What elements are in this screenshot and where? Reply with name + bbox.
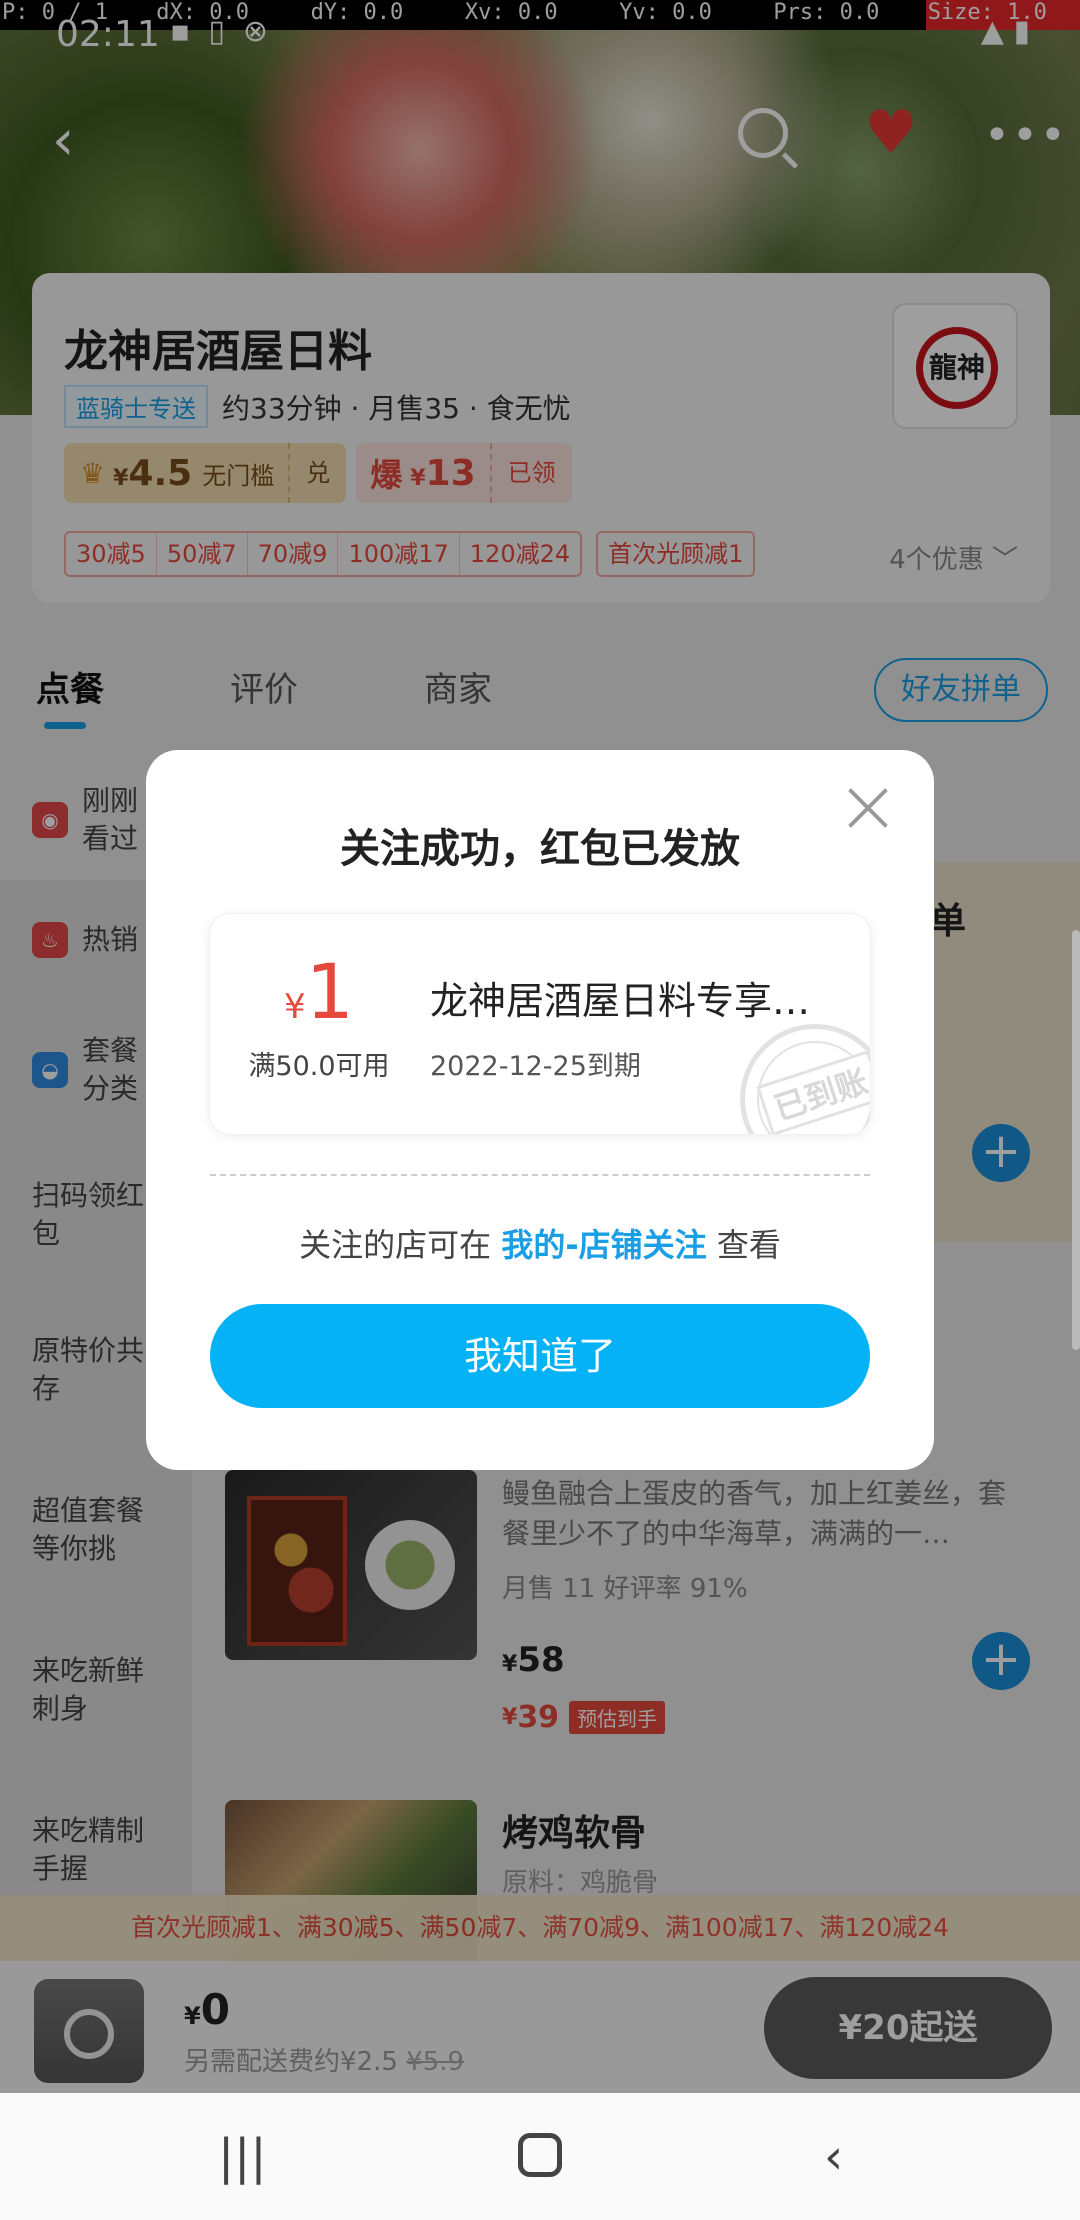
home-icon[interactable] (518, 2133, 562, 2177)
followed-stores-link[interactable]: 我的-店铺关注 (501, 1226, 706, 1264)
follow-success-dialog: 关注成功，红包已发放 ¥1 满50.0可用 龙神居酒屋日料专享红包 2022-1… (146, 750, 934, 1470)
red-packet-coupon: ¥1 满50.0可用 龙神居酒屋日料专享红包 2022-12-25到期 已到账 (210, 914, 870, 1134)
dialog-title: 关注成功，红包已发放 (340, 826, 740, 872)
coupon-expiry: 2022-12-25到期 (430, 1051, 641, 1082)
back-nav-icon[interactable]: ‹ (824, 2129, 843, 2185)
scrollbar[interactable] (1072, 930, 1080, 1350)
system-nav-bar: ||| ‹ (0, 2093, 1080, 2220)
dialog-hint: 关注的店可在 我的-店铺关注 查看 (299, 1226, 781, 1264)
coupon-name: 龙神居酒屋日料专享红包 (430, 979, 840, 1023)
recent-apps-icon[interactable]: ||| (218, 2129, 267, 2185)
got-it-button[interactable]: 我知道了 (210, 1304, 870, 1408)
coupon-condition: 满50.0可用 (248, 1051, 390, 1082)
coupon-amount: ¥1 (284, 947, 354, 1036)
dashed-divider (210, 1174, 870, 1176)
